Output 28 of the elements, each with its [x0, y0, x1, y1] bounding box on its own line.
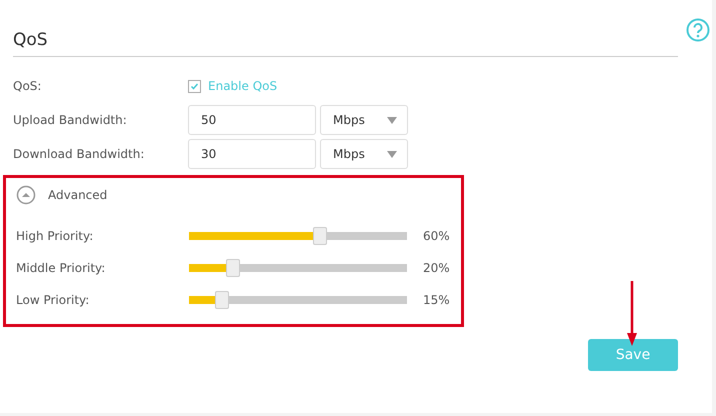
- unit-dropdown[interactable]: Mbps: [320, 139, 408, 169]
- input-field[interactable]: 30: [188, 139, 316, 169]
- caret-icon: [387, 150, 397, 158]
- slider-label: High Priority:: [16, 229, 94, 243]
- input-field[interactable]: 50: [188, 105, 316, 135]
- caret-icon: [387, 116, 397, 124]
- slider-thumb[interactable]: [312, 227, 327, 245]
- annotation-arrow: [626, 281, 638, 347]
- check-icon: [190, 82, 199, 90]
- checkbox[interactable]: [188, 80, 201, 92]
- field-label: QoS:: [13, 79, 42, 93]
- slider-thumb[interactable]: [214, 291, 229, 309]
- collapse-icon[interactable]: [16, 185, 36, 205]
- slider-thumb[interactable]: [226, 259, 240, 277]
- priority-slider[interactable]: [189, 291, 407, 309]
- priority-slider[interactable]: [189, 259, 407, 277]
- percent-value: 20%: [423, 261, 450, 275]
- section-title: QoS: [13, 30, 48, 50]
- priority-slider[interactable]: [189, 227, 407, 245]
- slider-label: Low Priority:: [16, 293, 90, 307]
- slider-label: Middle Priority:: [16, 261, 106, 275]
- help-icon[interactable]: [686, 18, 710, 42]
- percent-value: 15%: [423, 293, 450, 307]
- advanced-toggle[interactable]: Advanced: [48, 188, 108, 202]
- field-label: Download Bandwidth:: [13, 147, 146, 161]
- percent-value: 60%: [423, 229, 450, 243]
- unit-dropdown[interactable]: Mbps: [320, 105, 408, 135]
- field-label: Upload Bandwidth:: [13, 113, 128, 127]
